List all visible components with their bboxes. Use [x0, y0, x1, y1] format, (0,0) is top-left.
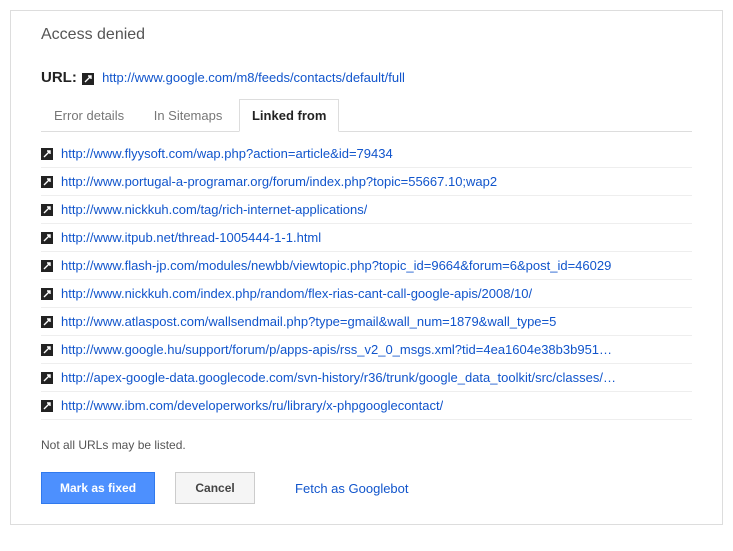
list-item: http://www.flash-jp.com/modules/newbb/vi…: [41, 252, 692, 280]
tab-error-details[interactable]: Error details: [41, 99, 137, 131]
linked-from-url[interactable]: http://apex-google-data.googlecode.com/s…: [61, 370, 616, 385]
linked-from-url[interactable]: http://www.nickkuh.com/tag/rich-internet…: [61, 202, 367, 217]
url-label: URL:: [41, 69, 77, 86]
list-item: http://www.atlaspost.com/wallsendmail.ph…: [41, 308, 692, 336]
linked-from-url[interactable]: http://www.flyysoft.com/wap.php?action=a…: [61, 146, 393, 161]
linked-from-url[interactable]: http://www.google.hu/support/forum/p/app…: [61, 342, 612, 357]
mark-as-fixed-button[interactable]: Mark as fixed: [41, 472, 155, 504]
url-row: URL: http://www.google.com/m8/feeds/cont…: [41, 69, 692, 86]
list-item: http://www.ibm.com/developerworks/ru/lib…: [41, 392, 692, 420]
external-link-icon: [41, 176, 53, 188]
action-row: Mark as fixed Cancel Fetch as Googlebot: [41, 472, 692, 504]
external-link-icon: [41, 148, 53, 160]
external-link-icon: [41, 204, 53, 216]
page-title: Access denied: [41, 26, 692, 44]
external-link-icon: [41, 400, 53, 412]
linked-from-url[interactable]: http://www.portugal-a-programar.org/foru…: [61, 174, 497, 189]
list-item: http://apex-google-data.googlecode.com/s…: [41, 364, 692, 392]
external-link-icon: [41, 260, 53, 272]
linked-from-url[interactable]: http://www.nickkuh.com/index.php/random/…: [61, 286, 532, 301]
tab-in-sitemaps[interactable]: In Sitemaps: [141, 99, 236, 131]
list-item: http://www.nickkuh.com/index.php/random/…: [41, 280, 692, 308]
tabs: Error details In Sitemaps Linked from: [41, 98, 692, 132]
linked-from-url[interactable]: http://www.flash-jp.com/modules/newbb/vi…: [61, 258, 611, 273]
list-item: http://www.google.hu/support/forum/p/app…: [41, 336, 692, 364]
list-item: http://www.itpub.net/thread-1005444-1-1.…: [41, 224, 692, 252]
list-item: http://www.flyysoft.com/wap.php?action=a…: [41, 140, 692, 168]
fetch-as-googlebot-link[interactable]: Fetch as Googlebot: [295, 481, 408, 496]
access-denied-panel: Access denied URL: http://www.google.com…: [10, 10, 723, 525]
external-link-icon: [41, 232, 53, 244]
external-link-icon: [41, 344, 53, 356]
linked-from-list: http://www.flyysoft.com/wap.php?action=a…: [41, 140, 692, 420]
linked-from-url[interactable]: http://www.itpub.net/thread-1005444-1-1.…: [61, 230, 321, 245]
external-link-icon: [82, 73, 94, 85]
list-item: http://www.nickkuh.com/tag/rich-internet…: [41, 196, 692, 224]
linked-from-url[interactable]: http://www.ibm.com/developerworks/ru/lib…: [61, 398, 443, 413]
linked-from-url[interactable]: http://www.atlaspost.com/wallsendmail.ph…: [61, 314, 556, 329]
crawled-url-link[interactable]: http://www.google.com/m8/feeds/contacts/…: [102, 70, 405, 85]
external-link-icon: [41, 316, 53, 328]
cancel-button[interactable]: Cancel: [175, 472, 255, 504]
external-link-icon: [41, 288, 53, 300]
list-item: http://www.portugal-a-programar.org/foru…: [41, 168, 692, 196]
list-note: Not all URLs may be listed.: [41, 438, 692, 452]
tab-linked-from[interactable]: Linked from: [239, 99, 339, 132]
external-link-icon: [41, 372, 53, 384]
